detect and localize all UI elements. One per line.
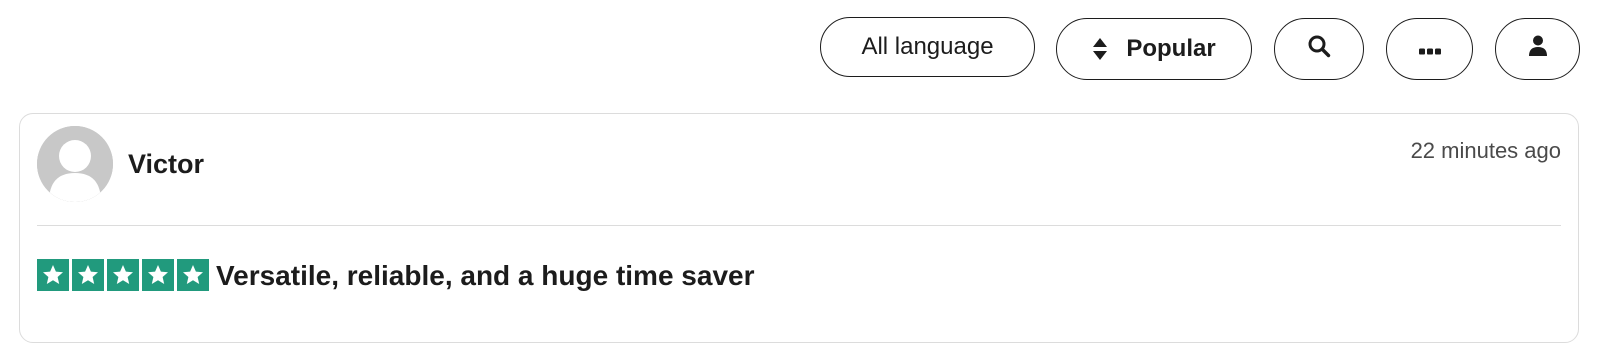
more-dots-icon <box>1418 35 1441 63</box>
divider <box>37 225 1561 226</box>
reviewer-name[interactable]: Victor <box>128 149 204 180</box>
user-icon <box>1528 35 1547 64</box>
star-icon <box>37 259 69 291</box>
search-button[interactable] <box>1274 18 1364 80</box>
language-filter-button[interactable]: All language <box>820 17 1035 77</box>
search-icon <box>1307 34 1331 65</box>
review-title[interactable]: Versatile, reliable, and a huge time sav… <box>216 260 754 292</box>
sort-arrows-icon <box>1092 37 1108 61</box>
sort-button[interactable]: Popular <box>1056 18 1252 80</box>
star-icon <box>142 259 174 291</box>
avatar[interactable] <box>37 126 113 202</box>
star-rating <box>37 259 209 291</box>
user-profile-button[interactable] <box>1495 18 1580 80</box>
star-icon <box>72 259 104 291</box>
review-timestamp: 22 minutes ago <box>1410 138 1561 163</box>
sort-label: Popular <box>1126 35 1216 62</box>
avatar-placeholder-icon <box>37 126 113 202</box>
review-card: Victor 22 minutes ago Versatile, reliabl… <box>19 113 1579 343</box>
star-icon <box>177 259 209 291</box>
language-filter-label: All language <box>861 33 994 60</box>
star-icon <box>107 259 139 291</box>
more-options-button[interactable] <box>1386 18 1473 80</box>
review-toolbar: All language Popular <box>0 17 1600 81</box>
